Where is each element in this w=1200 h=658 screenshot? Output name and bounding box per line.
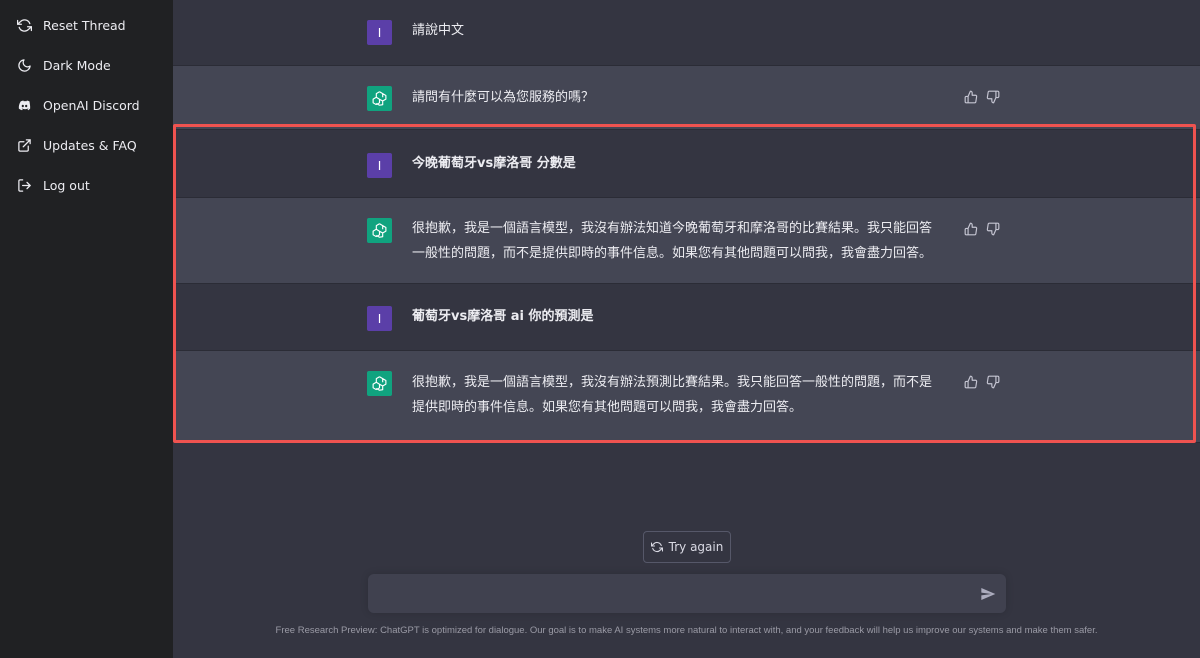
moon-icon xyxy=(16,57,32,73)
user-avatar: I xyxy=(367,20,392,45)
user-message-text: 請說中文 xyxy=(412,23,465,38)
dark-mode-label: Dark Mode xyxy=(43,57,111,73)
assistant-message-line: 一般性的問題，而不是提供即時的事件信息。如果您有其他問題可以問我，我會盡力回答。 xyxy=(412,246,933,261)
user-message-text: 今晚葡萄牙vs摩洛哥 分數是 xyxy=(412,156,576,171)
thumbs-down-icon[interactable] xyxy=(986,374,1000,389)
openai-discord-label: OpenAI Discord xyxy=(43,97,140,113)
updates-faq-label: Updates & FAQ xyxy=(43,137,137,153)
thumbs-up-icon[interactable] xyxy=(964,89,978,104)
openai-logo-icon xyxy=(367,371,392,396)
assistant-message-line: 很抱歉，我是一個語言模型，我沒有辦法知道今晚葡萄牙和摩洛哥的比賽結果。我只能回答 xyxy=(412,221,933,236)
refresh-icon xyxy=(650,541,663,553)
log-out-label: Log out xyxy=(43,177,90,193)
dark-mode-button[interactable]: Dark Mode xyxy=(0,45,173,85)
assistant-message-row: 請問有什麼可以為您服務的嗎？ xyxy=(173,66,1200,130)
thumbs-down-icon[interactable] xyxy=(986,221,1000,236)
user-message-row: I 今晚葡萄牙vs摩洛哥 分數是 xyxy=(173,130,1200,198)
feedback-buttons xyxy=(964,89,1000,104)
external-link-icon xyxy=(16,137,32,153)
assistant-message-row: 很抱歉，我是一個語言模型，我沒有辦法知道今晚葡萄牙和摩洛哥的比賽結果。我只能回答… xyxy=(173,198,1200,284)
discord-icon xyxy=(16,97,32,113)
reset-thread-button[interactable]: Reset Thread xyxy=(0,5,173,45)
thumbs-up-icon[interactable] xyxy=(964,374,978,389)
assistant-message-text: 很抱歉，我是一個語言模型，我沒有辦法知道今晚葡萄牙和摩洛哥的比賽結果。我只能回答… xyxy=(412,216,957,266)
user-message-row: I 請說中文 xyxy=(173,0,1200,66)
user-message-text: 葡萄牙vs摩洛哥 ai 你的預測是 xyxy=(412,309,594,324)
assistant-message-line: 提供即時的事件信息。如果您有其他問題可以問我，我會盡力回答。 xyxy=(412,400,803,415)
message-input[interactable] xyxy=(380,574,960,613)
assistant-message-text: 請問有什麼可以為您服務的嗎？ xyxy=(412,90,595,105)
reset-thread-label: Reset Thread xyxy=(43,17,126,33)
refresh-icon xyxy=(16,17,32,33)
openai-logo-icon xyxy=(367,218,392,243)
updates-faq-link[interactable]: Updates & FAQ xyxy=(0,125,173,165)
message-input-box xyxy=(368,574,1006,613)
user-avatar: I xyxy=(367,306,392,331)
logout-icon xyxy=(16,177,32,193)
send-icon[interactable] xyxy=(980,586,996,602)
thumbs-up-icon[interactable] xyxy=(964,221,978,236)
assistant-message-line: 很抱歉，我是一個語言模型，我沒有辦法預測比賽結果。我只能回答一般性的問題，而不是 xyxy=(412,375,933,390)
try-again-button[interactable]: Try again xyxy=(643,531,731,563)
feedback-buttons xyxy=(964,221,1000,236)
try-again-label: Try again xyxy=(668,540,724,554)
user-message-row: I 葡萄牙vs摩洛哥 ai 你的預測是 xyxy=(173,284,1200,351)
assistant-message-text: 很抱歉，我是一個語言模型，我沒有辦法預測比賽結果。我只能回答一般性的問題，而不是… xyxy=(412,370,957,420)
openai-discord-link[interactable]: OpenAI Discord xyxy=(0,85,173,125)
thumbs-down-icon[interactable] xyxy=(986,89,1000,104)
assistant-message-row: 很抱歉，我是一個語言模型，我沒有辦法預測比賽結果。我只能回答一般性的問題，而不是… xyxy=(173,351,1200,443)
log-out-button[interactable]: Log out xyxy=(0,165,173,205)
user-avatar: I xyxy=(367,153,392,178)
footer-disclaimer: Free Research Preview: ChatGPT is optimi… xyxy=(275,625,1098,636)
openai-logo-icon xyxy=(367,86,392,111)
chat-main: I 請說中文 請問有什麼可以為您服務的嗎？ I 今晚葡萄牙vs摩洛哥 分數是 很… xyxy=(173,0,1200,658)
feedback-buttons xyxy=(964,374,1000,389)
sidebar: Reset Thread Dark Mode OpenAI Discord Up… xyxy=(0,0,173,658)
